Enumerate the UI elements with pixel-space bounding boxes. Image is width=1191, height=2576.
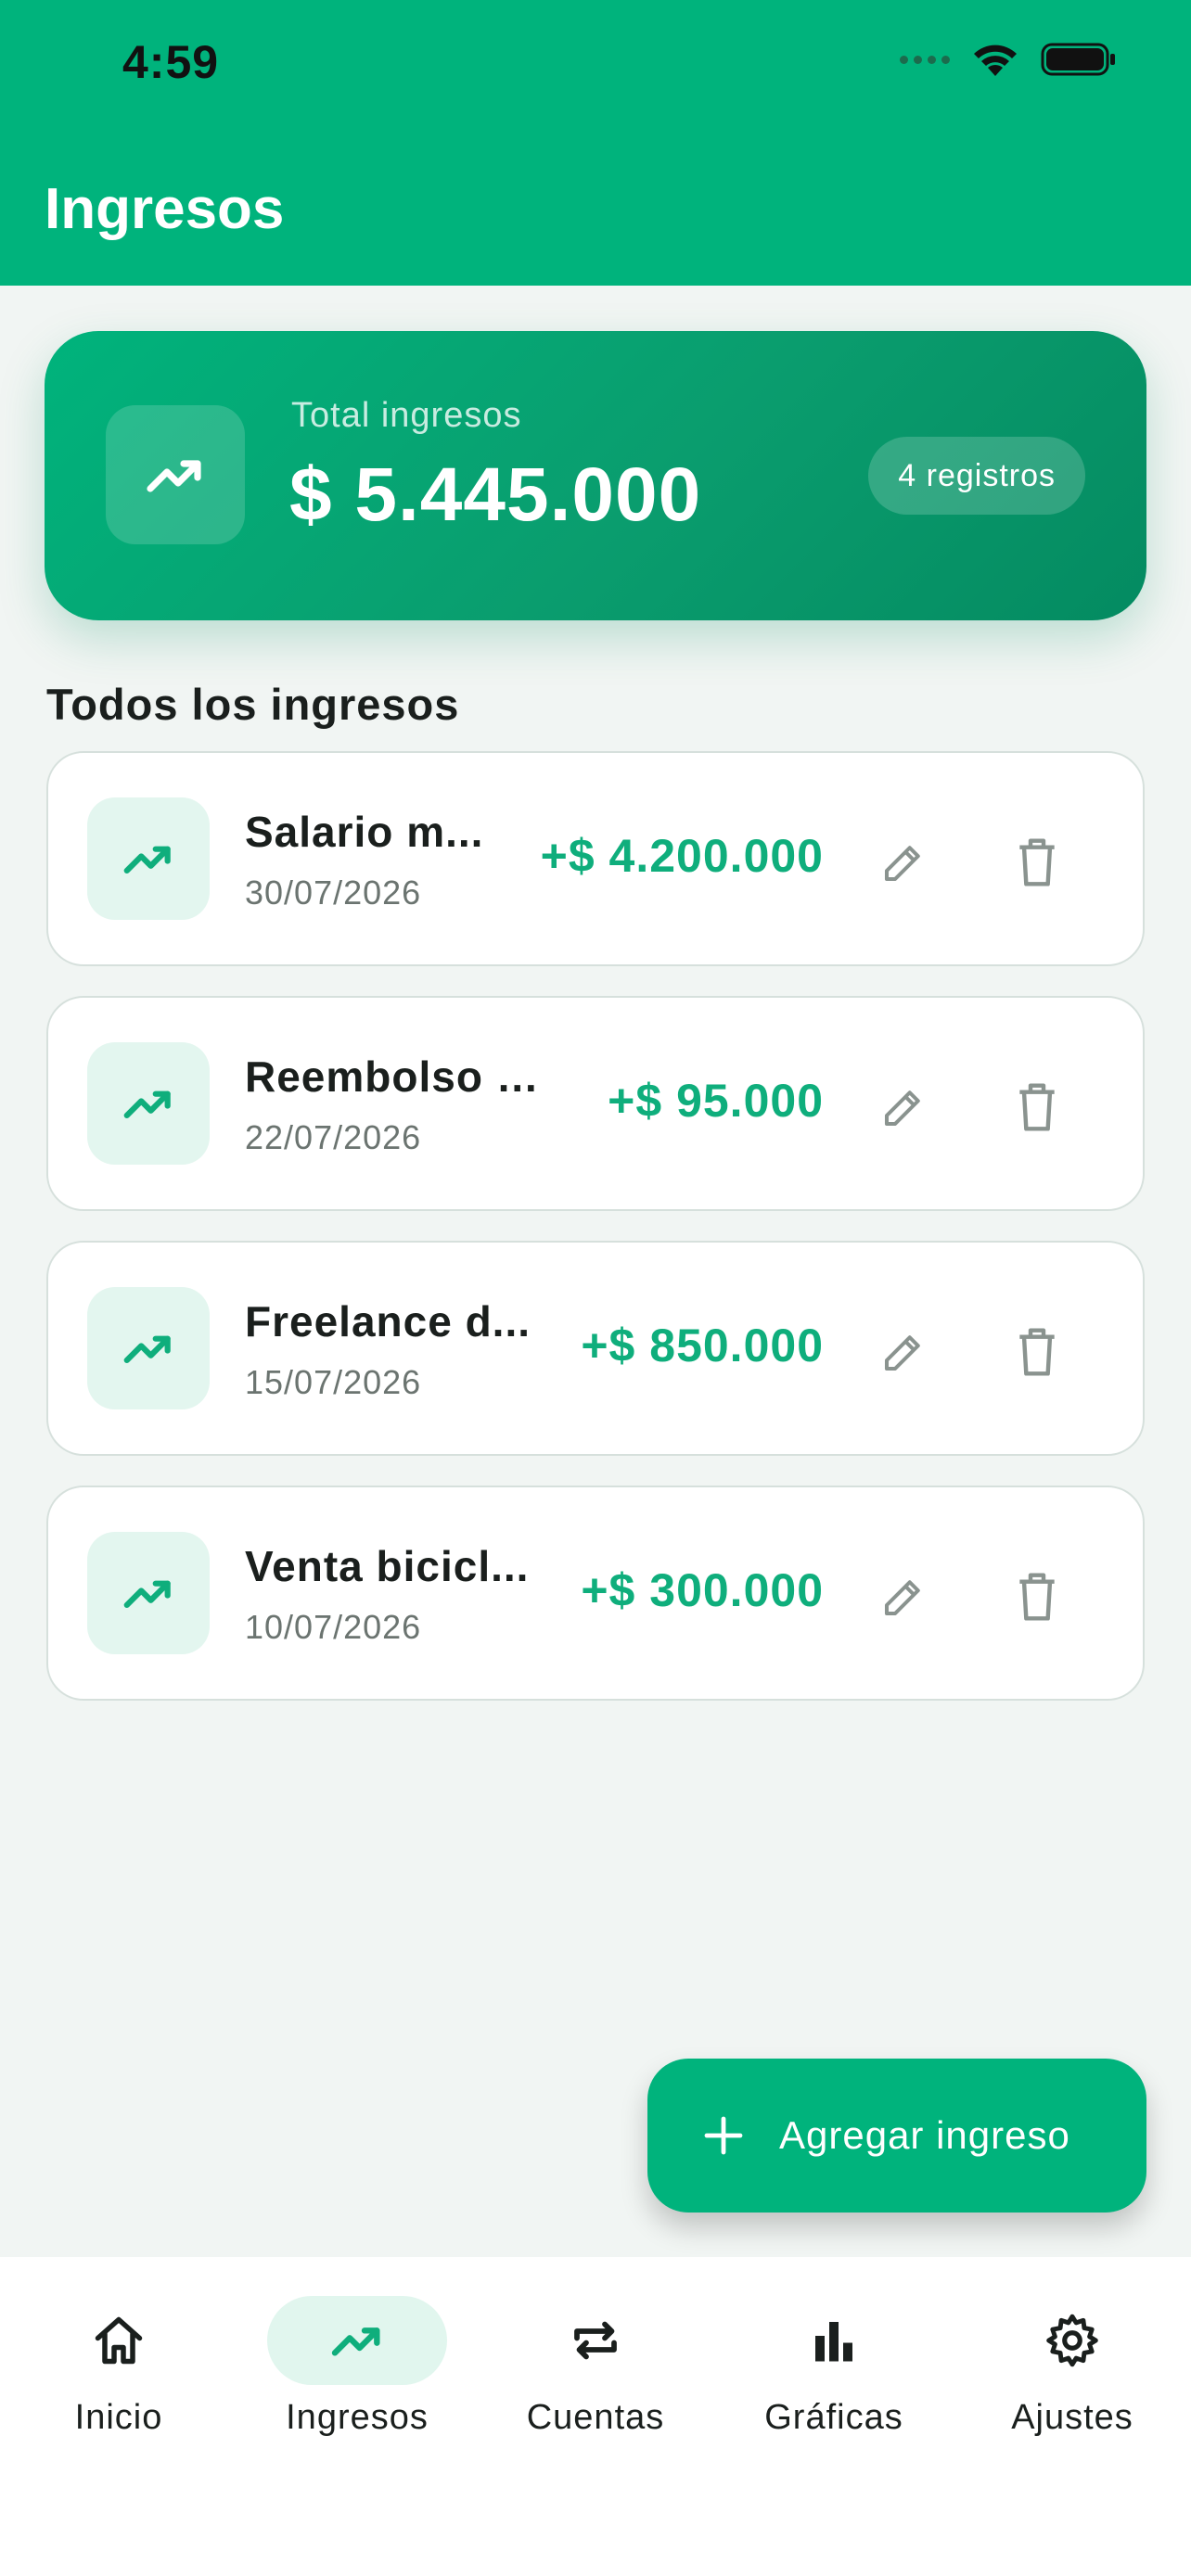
income-card[interactable]: Venta bicicl... 10/07/2026 +$ 300.000 [46, 1486, 1145, 1701]
nav-item-inicio[interactable]: Inicio [7, 2296, 230, 2481]
income-icon-box [87, 1042, 210, 1165]
income-amount: +$ 300.000 [581, 1564, 824, 1616]
income-amount: +$ 4.200.000 [540, 830, 824, 882]
trash-icon [1019, 1328, 1055, 1376]
nav-item-ingresos[interactable]: Ingresos [246, 2296, 468, 2481]
plus-icon [704, 2116, 743, 2155]
income-date: 15/07/2026 [245, 1363, 422, 1401]
income-date: 22/07/2026 [245, 1118, 422, 1156]
edit-button[interactable] [877, 1326, 929, 1378]
income-icon-box [87, 797, 210, 920]
trending-up-icon [331, 2327, 380, 2356]
delete-button[interactable] [1011, 1324, 1063, 1380]
summary-amount: $ 5.445.000 [289, 453, 702, 537]
status-time: 4:59 [122, 36, 220, 88]
wifi-icon [974, 45, 1017, 76]
signal-icon [900, 55, 950, 64]
trash-icon [1019, 1573, 1055, 1621]
trash-icon [1019, 1083, 1055, 1131]
pencil-icon [884, 1335, 920, 1371]
nav-item-graficas[interactable]: Gráficas [723, 2296, 945, 2481]
add-income-button[interactable]: Agregar ingreso [647, 2059, 1146, 2213]
delete-button[interactable] [1011, 1079, 1063, 1135]
nav-label: Ajustes [1011, 2398, 1133, 2437]
bar-chart-icon [815, 2322, 852, 2362]
pencil-icon [884, 1580, 920, 1616]
pencil-icon [884, 1090, 920, 1127]
income-icon-box [87, 1532, 210, 1654]
nav-label: Gráficas [764, 2398, 903, 2437]
income-name: Venta bicicl... [245, 1542, 530, 1590]
income-list: Salario m... 30/07/2026 +$ 4.200.000 Ree… [46, 751, 1145, 1730]
trending-up-icon [123, 1335, 171, 1364]
income-name: Reembolso E... [245, 1052, 560, 1101]
summary-label: Total ingresos [291, 396, 522, 435]
total-summary-card: Total ingresos $ 5.445.000 4 registros [45, 331, 1146, 620]
income-date: 30/07/2026 [245, 874, 422, 912]
section-title: Todos los ingresos [46, 680, 460, 729]
battery-icon [1041, 43, 1115, 76]
income-name: Salario m... [245, 808, 484, 856]
income-name: Freelance d... [245, 1297, 531, 1345]
edit-button[interactable] [877, 836, 929, 888]
trending-up-icon [147, 460, 201, 492]
app-header: 4:59 Ingresos [0, 0, 1191, 286]
edit-button[interactable] [877, 1081, 929, 1133]
income-amount: +$ 850.000 [581, 1320, 824, 1371]
income-date: 10/07/2026 [245, 1608, 422, 1646]
nav-label: Cuentas [526, 2398, 665, 2437]
page-title: Ingresos [45, 177, 285, 241]
income-card[interactable]: Reembolso E... 22/07/2026 +$ 95.000 [46, 996, 1145, 1211]
pencil-icon [884, 846, 920, 882]
trending-up-icon [123, 1580, 171, 1609]
records-count-badge: 4 registros [868, 437, 1085, 515]
nav-label: Ingresos [286, 2398, 429, 2437]
delete-button[interactable] [1011, 835, 1063, 890]
repeat-icon [574, 2321, 617, 2360]
edit-button[interactable] [877, 1571, 929, 1623]
nav-label: Inicio [74, 2398, 163, 2437]
income-icon-box [87, 1287, 210, 1409]
income-amount: +$ 95.000 [608, 1075, 824, 1127]
trash-icon [1019, 838, 1055, 886]
bottom-navigation: Inicio Ingresos Cuentas Gráficas Ajustes [0, 2257, 1191, 2576]
gear-icon [1046, 2314, 1098, 2367]
income-card[interactable]: Freelance d... 15/07/2026 +$ 850.000 [46, 1241, 1145, 1456]
trending-up-icon [123, 1090, 171, 1119]
delete-button[interactable] [1011, 1569, 1063, 1625]
add-income-label: Agregar ingreso [779, 2113, 1070, 2157]
status-icons [900, 41, 1117, 78]
trending-up-icon [123, 846, 171, 874]
nav-item-ajustes[interactable]: Ajustes [961, 2296, 1184, 2481]
summary-trend-icon-box [106, 405, 245, 544]
home-icon [95, 2316, 143, 2365]
nav-item-cuentas[interactable]: Cuentas [484, 2296, 707, 2481]
income-card[interactable]: Salario m... 30/07/2026 +$ 4.200.000 [46, 751, 1145, 966]
